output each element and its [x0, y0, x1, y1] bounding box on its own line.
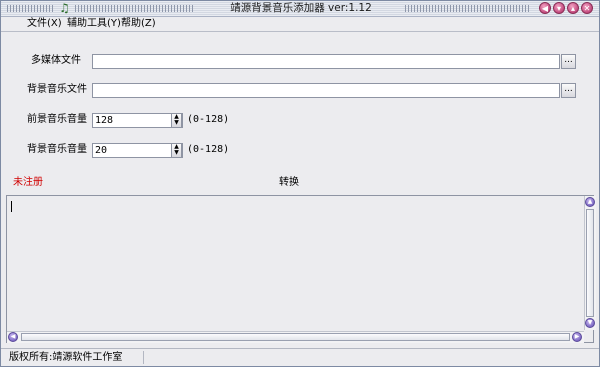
shade-button[interactable]: ◀ [539, 2, 551, 14]
horizontal-scroll-thumb[interactable] [21, 333, 570, 341]
media-browse-button[interactable]: ... [561, 54, 576, 69]
main-window: ♫ 靖源背景音乐添加器 ver:1.12 ◀ ▾ ▴ ✕ 文件(X) 辅助工具(… [0, 0, 600, 367]
title-grip-mid-left [75, 5, 195, 12]
horizontal-scrollbar[interactable]: ◀ ▶ [7, 331, 584, 343]
scroll-left-icon[interactable]: ◀ [8, 332, 18, 342]
window-title: 靖源背景音乐添加器 ver:1.12 [230, 2, 372, 14]
minimize-button[interactable]: ▾ [553, 2, 565, 14]
menu-tools[interactable]: 辅助工具(Y) [67, 18, 121, 30]
bgm-file-input[interactable] [92, 83, 560, 98]
fg-volume-spinner[interactable]: ▲ ▼ [171, 113, 182, 128]
scroll-up-icon[interactable]: ▲ [585, 197, 595, 207]
title-bar[interactable]: ♫ 靖源背景音乐添加器 ver:1.12 ◀ ▾ ▴ ✕ [1, 1, 599, 17]
unregistered-label[interactable]: 未注册 [13, 173, 43, 188]
bg-volume-label: 背景音乐音量 [27, 144, 87, 155]
title-grip-left [7, 5, 55, 12]
convert-button[interactable]: 转换 [279, 173, 299, 188]
menu-file[interactable]: 文件(X) [27, 18, 62, 30]
scroll-down-icon[interactable]: ▼ [585, 318, 595, 328]
bgm-file-label: 背景音乐文件 [27, 84, 87, 95]
scroll-right-icon[interactable]: ▶ [572, 332, 582, 342]
vertical-scrollbar[interactable]: ▲ ▼ [584, 196, 596, 330]
form-area: 多媒体文件 ... 背景音乐文件 ... 前景音乐音量 128 ▲ ▼ (0-12… [1, 32, 599, 192]
vertical-scroll-thumb[interactable] [586, 209, 594, 317]
fg-volume-range: (0-128) [187, 114, 230, 125]
fg-volume-label: 前景音乐音量 [27, 114, 87, 125]
fg-volume-input[interactable]: 128 [92, 113, 183, 128]
menu-help[interactable]: 帮助(Z) [121, 18, 156, 30]
media-file-label: 多媒体文件 [31, 55, 81, 66]
status-divider [143, 351, 144, 364]
copyright-text: 版权所有:靖源软件工作室 [9, 352, 123, 363]
status-bar: 版权所有:靖源软件工作室 [1, 348, 599, 366]
title-grip-mid-right [405, 5, 529, 12]
bg-volume-input[interactable]: 20 [92, 143, 183, 158]
bgm-browse-button[interactable]: ... [561, 83, 576, 98]
bg-volume-spinner[interactable]: ▲ ▼ [171, 143, 182, 158]
text-caret [11, 201, 12, 212]
log-area[interactable]: ▲ ▼ ◀ ▶ [6, 195, 596, 343]
music-note-icon[interactable]: ♫ [58, 2, 71, 15]
close-button[interactable]: ✕ [581, 2, 593, 14]
maximize-button[interactable]: ▴ [567, 2, 579, 14]
bg-volume-range: (0-128) [187, 144, 230, 155]
menu-bar: 文件(X) 辅助工具(Y) 帮助(Z) [1, 17, 599, 32]
media-file-input[interactable] [92, 54, 560, 69]
